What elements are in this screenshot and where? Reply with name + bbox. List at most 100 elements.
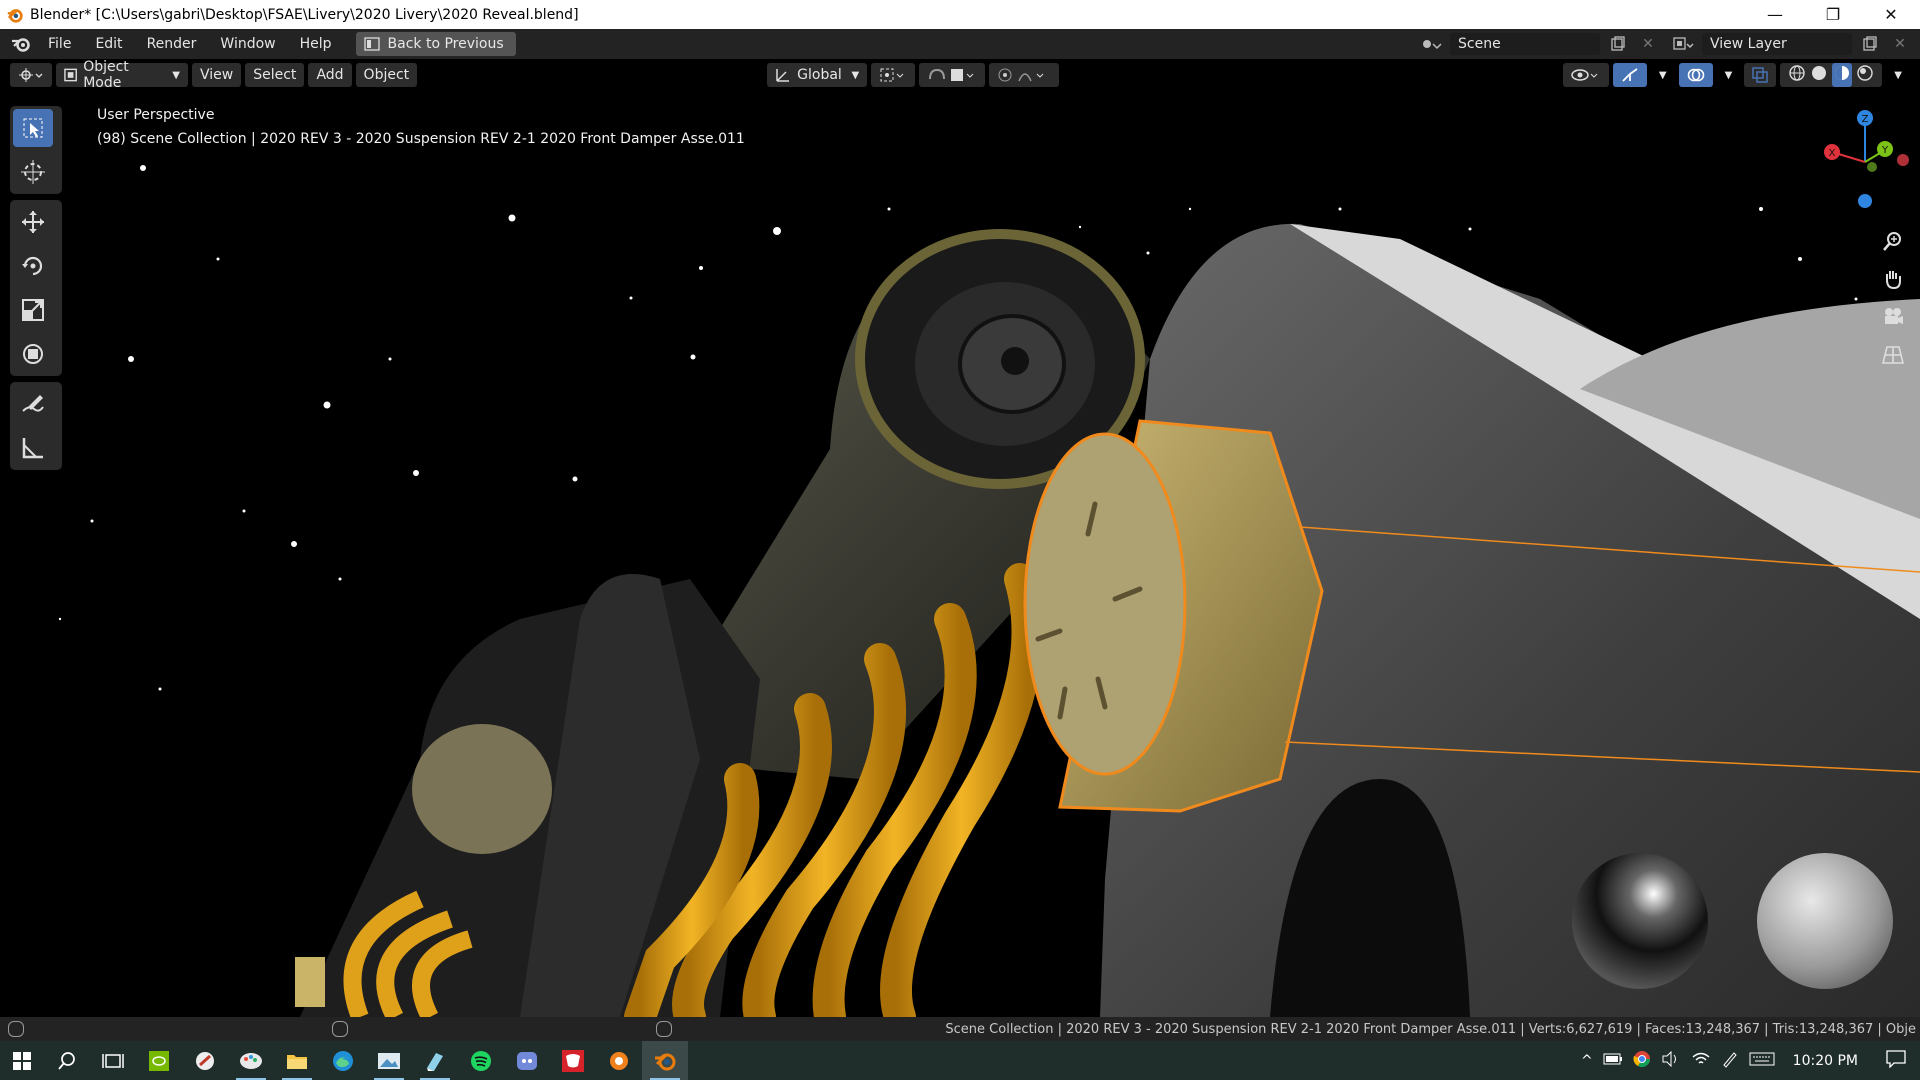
new-view-layer-icon[interactable]	[1858, 33, 1882, 55]
start-icon[interactable]	[0, 1041, 44, 1080]
gizmo-dropdown[interactable]: ▼	[1651, 63, 1675, 87]
file-explorer-icon[interactable]	[274, 1041, 320, 1080]
chrome-icon[interactable]	[1633, 1050, 1651, 1072]
menu-view[interactable]: View	[192, 63, 242, 87]
material-preview-shading-icon[interactable]	[1832, 63, 1853, 87]
hdri-preview-matte	[1757, 853, 1893, 989]
view-layer-field[interactable]: View Layer	[1702, 33, 1852, 55]
proportional-edit-button[interactable]	[989, 63, 1060, 87]
battery-icon[interactable]	[1603, 1053, 1623, 1069]
menu-add[interactable]: Add	[308, 63, 352, 87]
scale-icon	[22, 299, 44, 321]
menu-help[interactable]: Help	[288, 36, 344, 52]
delete-scene-icon[interactable]: ✕	[1636, 33, 1660, 55]
scene-field[interactable]: Scene	[1450, 33, 1600, 55]
mouse-middle-icon	[332, 1021, 348, 1037]
pivot-point-button[interactable]	[871, 63, 916, 87]
axis-negative-x-icon	[1897, 154, 1909, 166]
blender-menu-icon[interactable]	[6, 35, 36, 53]
menu-object[interactable]: Object	[355, 63, 418, 87]
xray-toggle-button[interactable]	[1744, 63, 1777, 87]
close-button[interactable]: ✕	[1862, 0, 1920, 29]
task-view-icon[interactable]	[90, 1041, 136, 1080]
menu-file[interactable]: File	[36, 36, 83, 52]
wireframe-shading-icon[interactable]	[1788, 64, 1806, 86]
scene-selector-icon[interactable]	[1420, 33, 1444, 55]
menu-select[interactable]: Select	[245, 63, 305, 87]
paint-icon[interactable]	[228, 1041, 274, 1080]
select-box-tool[interactable]	[13, 109, 53, 147]
tool-group-transform	[10, 200, 62, 376]
svg-text:X: X	[1829, 148, 1836, 159]
blender-icon[interactable]	[642, 1041, 688, 1080]
transform-tool[interactable]	[13, 335, 53, 373]
nvidia-icon[interactable]	[136, 1041, 182, 1080]
overlays-icon	[1687, 68, 1704, 82]
hdri-preview-chrome	[1572, 853, 1708, 989]
editor-type-button[interactable]	[10, 63, 52, 87]
edge-icon[interactable]	[320, 1041, 366, 1080]
blender-orange-icon[interactable]	[596, 1041, 642, 1080]
move-tool[interactable]	[13, 203, 53, 241]
cursor-tool[interactable]	[13, 153, 53, 191]
photos-icon[interactable]	[366, 1041, 412, 1080]
perspective-grid-icon[interactable]	[1878, 340, 1908, 370]
tool-group-select	[10, 106, 62, 194]
camera-view-icon[interactable]	[1878, 302, 1908, 332]
scale-tool[interactable]	[13, 291, 53, 329]
object-mode-dropdown[interactable]: Object Mode ▼	[56, 59, 188, 91]
delete-view-layer-icon[interactable]: ✕	[1888, 33, 1912, 55]
overlays-dropdown[interactable]: ▼	[1717, 63, 1741, 87]
axis-gizmo[interactable]: Z X Y	[1810, 104, 1920, 224]
move-icon	[22, 211, 44, 233]
pen-icon[interactable]	[1721, 1050, 1739, 1072]
new-scene-icon[interactable]	[1606, 33, 1630, 55]
reservoir-cap	[412, 724, 552, 854]
menu-render[interactable]: Render	[135, 36, 209, 52]
annotate-pen-icon	[22, 395, 44, 412]
maximize-button[interactable]: ❐	[1804, 0, 1862, 29]
selected-bolt-face	[1023, 432, 1187, 776]
select-box-icon	[23, 118, 43, 138]
transform-orientation-dropdown[interactable]: Global ▼	[767, 63, 868, 87]
notes-icon[interactable]	[412, 1041, 458, 1080]
notifications-icon[interactable]	[1886, 1049, 1906, 1072]
back-to-previous-button[interactable]: Back to Previous	[355, 32, 516, 56]
pan-hand-icon[interactable]	[1878, 264, 1908, 294]
object-visibility-button[interactable]	[1562, 63, 1609, 87]
solid-shading-icon[interactable]	[1810, 64, 1828, 86]
window-title: Blender* [C:\Users\gabri\Desktop\FSAE\Li…	[30, 6, 579, 23]
chevron-up-icon[interactable]: ^	[1581, 1053, 1593, 1069]
gizmo-toggle-button[interactable]	[1612, 63, 1647, 87]
minimize-button[interactable]: —	[1746, 0, 1804, 29]
object-mode-icon	[64, 68, 77, 82]
navigation-gizmo[interactable]: Z X Y	[1810, 104, 1920, 394]
proportional-edit-icon	[998, 68, 1044, 82]
measure-tool[interactable]	[13, 429, 53, 467]
windows-taskbar: ^ 10:20 PM	[0, 1041, 1920, 1080]
viewport-header-right: ▼ ▼ ▼	[1559, 63, 1920, 87]
zoom-icon[interactable]	[1878, 226, 1908, 256]
scene-statistics: Scene Collection | 2020 REV 3 - 2020 Sus…	[945, 1021, 1916, 1037]
app-icon[interactable]	[182, 1041, 228, 1080]
gizmo-icon	[1622, 68, 1638, 82]
snap-toggle-button[interactable]	[919, 63, 986, 87]
annotate-tool[interactable]	[13, 385, 53, 423]
system-tray: ^ 10:20 PM	[1581, 1049, 1920, 1072]
spotify-icon[interactable]	[458, 1041, 504, 1080]
wifi-icon[interactable]	[1691, 1051, 1711, 1071]
rotate-tool[interactable]	[13, 247, 53, 285]
keyboard-icon[interactable]	[1749, 1051, 1775, 1071]
volume-icon[interactable]	[1661, 1050, 1681, 1071]
overlays-toggle-button[interactable]	[1678, 63, 1713, 87]
clock-time[interactable]: 10:20 PM	[1793, 1053, 1858, 1069]
view-layer-selector-icon[interactable]	[1672, 33, 1696, 55]
rendered-shading-icon[interactable]	[1856, 64, 1874, 86]
search-icon[interactable]	[44, 1041, 90, 1080]
menu-window[interactable]: Window	[208, 36, 287, 52]
shading-dropdown[interactable]: ▼	[1886, 63, 1910, 87]
discord-icon[interactable]	[504, 1041, 550, 1080]
3d-viewport[interactable]: Object Mode ▼ View Select Add Object Glo…	[0, 59, 1920, 1017]
solidworks-icon[interactable]	[550, 1041, 596, 1080]
menu-edit[interactable]: Edit	[83, 36, 134, 52]
